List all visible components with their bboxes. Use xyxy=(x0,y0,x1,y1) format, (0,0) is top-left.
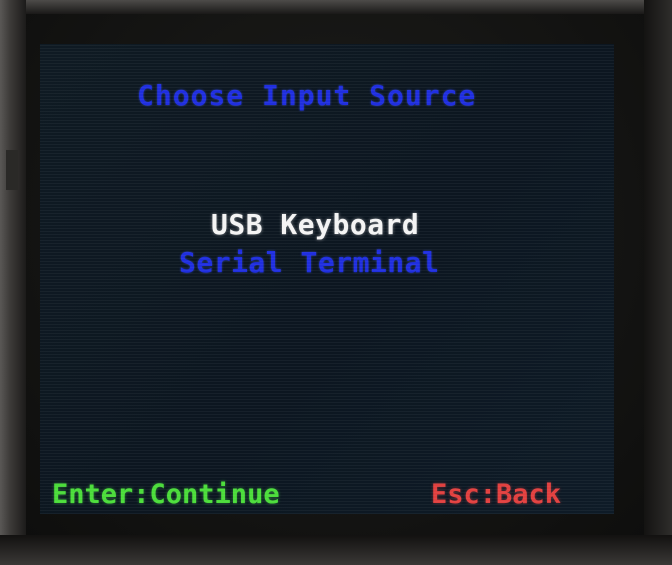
screen-title: Choose Input Source xyxy=(137,79,477,112)
enter-continue-hint[interactable]: Enter:Continue xyxy=(52,481,280,508)
lcd-screen: Choose Input Source USB Keyboard Serial … xyxy=(40,44,614,514)
menu-item-serial-terminal[interactable]: Serial Terminal xyxy=(179,249,439,277)
scanline-overlay xyxy=(40,44,614,514)
esc-back-hint[interactable]: Esc:Back xyxy=(431,481,561,508)
device-bezel-right xyxy=(644,0,672,565)
device-bezel-bottom xyxy=(0,535,672,565)
device-photo: Choose Input Source USB Keyboard Serial … xyxy=(0,0,672,565)
menu-item-usb-keyboard[interactable]: USB Keyboard xyxy=(211,211,419,239)
device-bezel-left xyxy=(0,0,26,565)
device-bezel-top xyxy=(0,0,672,14)
